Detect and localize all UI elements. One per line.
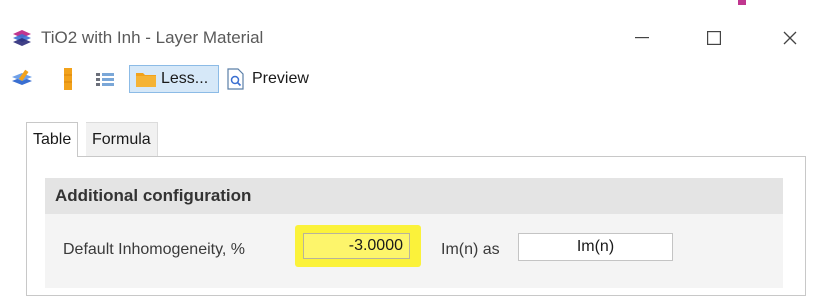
toolbar: Less... Preview [0,60,819,100]
section-header: Additional configuration [45,178,783,214]
close-button[interactable] [760,18,819,58]
im-n-label: Im(n) as [441,241,500,258]
background-window-fragment [690,0,819,6]
app-icon [12,29,32,47]
tab-table-label: Table [33,131,72,148]
less-button[interactable]: Less... [129,65,219,93]
title-bar: TiO2 with Inh - Layer Material [0,18,819,58]
edit-material-button[interactable] [10,65,38,93]
grid-button[interactable] [95,65,119,93]
preview-label: Preview [252,70,309,87]
im-n-select[interactable]: Im(n) [518,233,673,261]
tab-table[interactable]: Table [26,122,79,157]
background-app-icon [738,0,746,5]
tab-formula[interactable]: Formula [86,122,158,156]
inhomogeneity-input[interactable]: -3.0000 [303,233,410,259]
folder-icon [136,73,156,87]
less-label: Less... [161,70,209,87]
layer-bar-icon [64,68,72,90]
preview-button[interactable]: Preview [226,65,326,93]
minimize-button[interactable] [612,18,672,58]
inhomogeneity-label: Default Inhomogeneity, % [63,241,246,258]
grid-icon [96,73,114,86]
additional-configuration-section: Additional configuration Default Inhomog… [45,178,783,288]
minimize-icon [635,37,649,39]
window-title: TiO2 with Inh - Layer Material [41,28,264,47]
layer-bar-button[interactable] [62,65,82,93]
maximize-button[interactable] [684,18,744,58]
maximize-icon [707,31,721,45]
tab-formula-label: Formula [92,130,151,148]
close-icon [783,31,797,45]
preview-icon [227,68,244,90]
edit-material-icon [12,69,32,85]
background-window-edge [0,0,819,18]
